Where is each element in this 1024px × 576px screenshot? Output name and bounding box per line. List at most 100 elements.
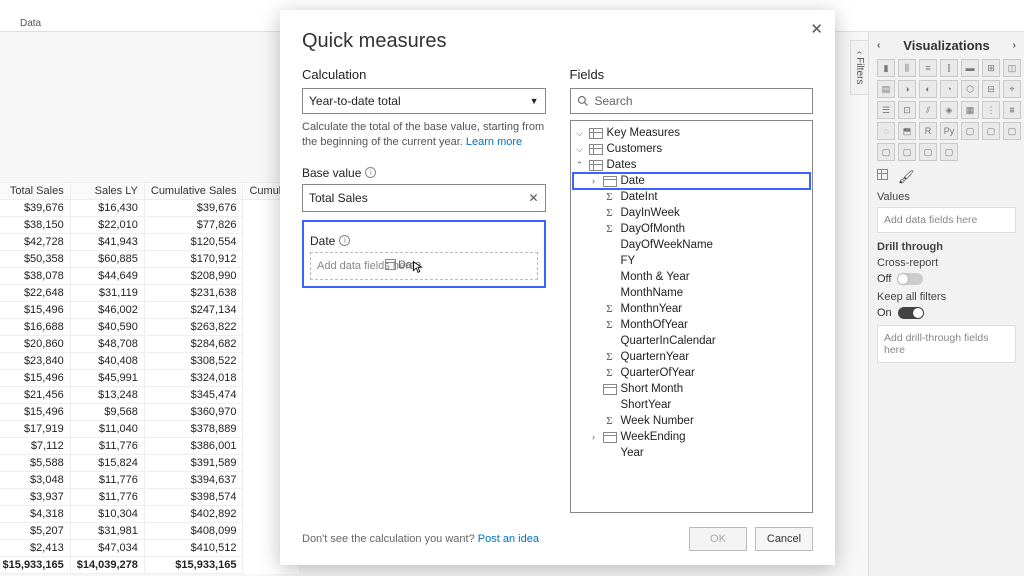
viz-type-button[interactable]: ▢ (982, 122, 1000, 140)
chevron-left-icon: ‹ (854, 51, 865, 54)
ok-button[interactable]: OK (689, 527, 747, 551)
column-header[interactable]: Cumulative Sales (144, 183, 243, 200)
field-weekending[interactable]: ›WeekEnding (573, 429, 811, 445)
calendar-icon (603, 176, 617, 187)
viz-type-button[interactable]: ⫽ (919, 101, 937, 119)
cancel-button[interactable]: Cancel (755, 527, 813, 551)
viz-type-button[interactable]: ⊞ (982, 59, 1000, 77)
table-row: /2019$5,588$15,824$391,589 (0, 455, 299, 472)
fields-column: Fields Search ⌵Key Measures ⌵Customers ⌃… (570, 67, 814, 513)
viz-type-button[interactable]: ⌖ (1003, 80, 1021, 98)
totals-row: $15,933,165$14,039,278$15,933,165 (0, 557, 299, 574)
close-button[interactable]: ✕ (806, 16, 827, 42)
date-drop-zone[interactable]: Add data fields here Date (310, 252, 538, 280)
column-header[interactable]: Total Sales (0, 183, 70, 200)
chevron-left-icon[interactable]: ‹ (877, 40, 880, 51)
calculation-dropdown[interactable]: Year-to-date total ▼ (302, 88, 546, 114)
field-shortmonth[interactable]: Short Month (573, 381, 811, 397)
viz-type-button[interactable]: ▢ (898, 143, 916, 161)
viz-type-button[interactable]: ▮ (877, 59, 895, 77)
field-shortyear[interactable]: ShortYear (573, 397, 811, 413)
base-value-label: Base valuei (302, 166, 546, 180)
table-row: /2019$39,676$16,430$39,676 (0, 200, 299, 217)
calculation-label: Calculation (302, 67, 546, 82)
filters-tab[interactable]: ‹ Filters (850, 40, 868, 95)
table-row: /2019$23,840$40,408$308,522 (0, 353, 299, 370)
viz-type-button[interactable]: R (919, 122, 937, 140)
cross-report-toggle[interactable]: Off (877, 273, 1016, 285)
field-dayofmonth[interactable]: DayOfMonth (573, 221, 811, 237)
viz-type-button[interactable]: ▢ (877, 143, 895, 161)
viz-type-button[interactable]: ⩩ (1003, 101, 1021, 119)
viz-type-button[interactable]: ▬ (961, 59, 979, 77)
table-row: /2019$20,860$48,708$284,682 (0, 336, 299, 353)
viz-type-button[interactable]: ◑ (898, 80, 916, 98)
field-dateint[interactable]: DateInt (573, 189, 811, 205)
viz-type-button[interactable]: ▢ (961, 122, 979, 140)
clear-base-value-button[interactable]: ✕ (528, 191, 538, 205)
field-quarternyear[interactable]: QuarternYear (573, 349, 811, 365)
viz-type-button[interactable]: ▢ (940, 143, 958, 161)
field-monthnyear[interactable]: MonthnYear (573, 301, 811, 317)
ribbon-group-data: Data (20, 18, 41, 31)
base-value-well[interactable]: Total Sales ✕ (302, 184, 546, 212)
viz-type-button[interactable]: ▢ (919, 143, 937, 161)
viz-type-button[interactable]: ≡ (919, 59, 937, 77)
calendar-icon (385, 259, 396, 270)
keep-filters-toggle[interactable]: On (877, 307, 1016, 319)
viz-type-button[interactable]: ◈ (940, 101, 958, 119)
table-node-customers[interactable]: ⌵Customers (573, 141, 811, 157)
viz-type-button[interactable]: ▤ (877, 80, 895, 98)
visualizations-pane: ‹ Visualizations › ▮⫼≡⫿▬⊞◫▤◑◐◔⬡⊟⌖☰⊡⫽◈▦⋮⩩… (868, 32, 1024, 576)
learn-more-link[interactable]: Learn more (466, 136, 522, 148)
field-quarterofyear[interactable]: QuarterOfYear (573, 365, 811, 381)
table-row: /2019$7,112$11,776$386,001 (0, 438, 299, 455)
sigma-icon (603, 223, 617, 235)
field-date[interactable]: ›Date (573, 173, 811, 189)
drill-through-well[interactable]: Add drill-through fields here (877, 325, 1016, 363)
format-icon[interactable]: 🖌 (898, 169, 915, 185)
viz-type-button[interactable]: ⬡ (961, 80, 979, 98)
viz-type-button[interactable]: ⋮ (982, 101, 1000, 119)
field-monthyear[interactable]: Month & Year (573, 269, 811, 285)
chevron-down-icon: ▼ (530, 96, 539, 106)
viz-type-button[interactable]: ▢ (1003, 122, 1021, 140)
viz-type-button[interactable]: ◫ (1003, 59, 1021, 77)
table-row: /2019$38,078$44,649$208,990 (0, 268, 299, 285)
viz-type-button[interactable]: ⬒ (898, 122, 916, 140)
chevron-right-icon[interactable]: › (1013, 40, 1016, 51)
viz-type-button[interactable]: ▦ (961, 101, 979, 119)
field-weeknumber[interactable]: Week Number (573, 413, 811, 429)
fields-icon[interactable] (877, 169, 888, 180)
field-fy[interactable]: FY (573, 253, 811, 269)
table-node-key-measures[interactable]: ⌵Key Measures (573, 125, 811, 141)
field-quarterincalendar[interactable]: QuarterInCalendar (573, 333, 811, 349)
viz-type-button[interactable]: ⫿ (940, 59, 958, 77)
viz-type-button[interactable]: Py (940, 122, 958, 140)
field-dayinweek[interactable]: DayInWeek (573, 205, 811, 221)
table-node-dates[interactable]: ⌃Dates (573, 157, 811, 173)
viz-type-button[interactable]: ⫼ (898, 59, 916, 77)
field-monthname[interactable]: MonthName (573, 285, 811, 301)
calendar-icon (603, 432, 617, 443)
table-row: /2019$21,456$13,248$345,474 (0, 387, 299, 404)
fields-search[interactable]: Search (570, 88, 814, 114)
column-header[interactable]: Sales LY (70, 183, 144, 200)
table-icon (589, 144, 603, 155)
table-row: /2019$3,048$11,776$394,637 (0, 472, 299, 489)
post-idea-link[interactable]: Post an idea (478, 533, 539, 545)
field-year[interactable]: Year (573, 445, 811, 461)
viz-type-button[interactable]: ⊡ (898, 101, 916, 119)
field-dayofweekname[interactable]: DayOfWeekName (573, 237, 811, 253)
field-monthofyear[interactable]: MonthOfYear (573, 317, 811, 333)
table-row: /2019$22,648$31,119$231,638 (0, 285, 299, 302)
viz-type-button[interactable]: ◔ (940, 80, 958, 98)
info-icon[interactable]: i (365, 167, 376, 178)
info-icon[interactable]: i (339, 235, 350, 246)
viz-type-button[interactable]: ◐ (919, 80, 937, 98)
viz-type-button[interactable]: ◌ (877, 122, 895, 140)
values-well[interactable]: Add data fields here (877, 207, 1016, 233)
viz-type-button[interactable]: ⊟ (982, 80, 1000, 98)
footer-hint: Don't see the calculation you want? Post… (302, 533, 539, 545)
viz-type-button[interactable]: ☰ (877, 101, 895, 119)
